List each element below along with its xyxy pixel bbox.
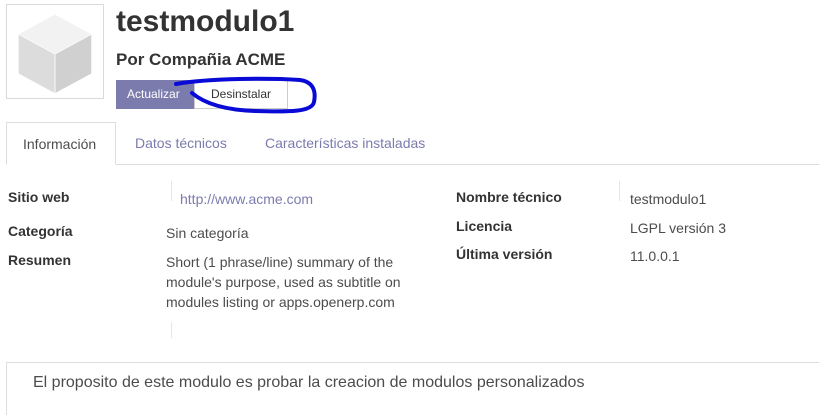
divider [171, 322, 172, 338]
module-description: El proposito de este modulo es probar la… [33, 374, 585, 391]
module-icon [6, 4, 104, 99]
summary-label: Resumen [8, 252, 72, 268]
website-link[interactable]: http://www.acme.com [180, 189, 313, 209]
technical-name-label: Nombre técnico [456, 189, 562, 205]
tab-datos-tecnicos[interactable]: Datos técnicos [135, 122, 227, 164]
category-value: Sin categoría [166, 225, 249, 241]
uninstall-button[interactable]: Desinstalar [194, 80, 288, 109]
divider [171, 181, 172, 201]
technical-name-value: testmodulo1 [630, 191, 707, 207]
latest-version-label: Última versión [456, 246, 553, 262]
tab-caracteristicas-instaladas[interactable]: Características instaladas [265, 122, 425, 164]
summary-value: Short (1 phrase/line) summary of the mod… [166, 254, 401, 310]
website-label: Sitio web [8, 189, 70, 205]
update-button[interactable]: Actualizar [116, 80, 194, 109]
license-value: LGPL versión 3 [630, 220, 726, 236]
category-label: Categoría [8, 223, 73, 239]
tab-bar: Información Datos técnicos Característic… [6, 122, 819, 165]
description-panel: El proposito de este modulo es probar la… [6, 362, 819, 415]
tab-informacion[interactable]: Información [6, 122, 116, 165]
module-title: testmodulo1 [116, 5, 295, 38]
divider [619, 181, 620, 201]
latest-version-value: 11.0.0.1 [630, 248, 680, 264]
module-author: Por Compañia ACME [116, 50, 286, 69]
license-label: Licencia [456, 218, 513, 234]
cube-icon [18, 14, 92, 94]
